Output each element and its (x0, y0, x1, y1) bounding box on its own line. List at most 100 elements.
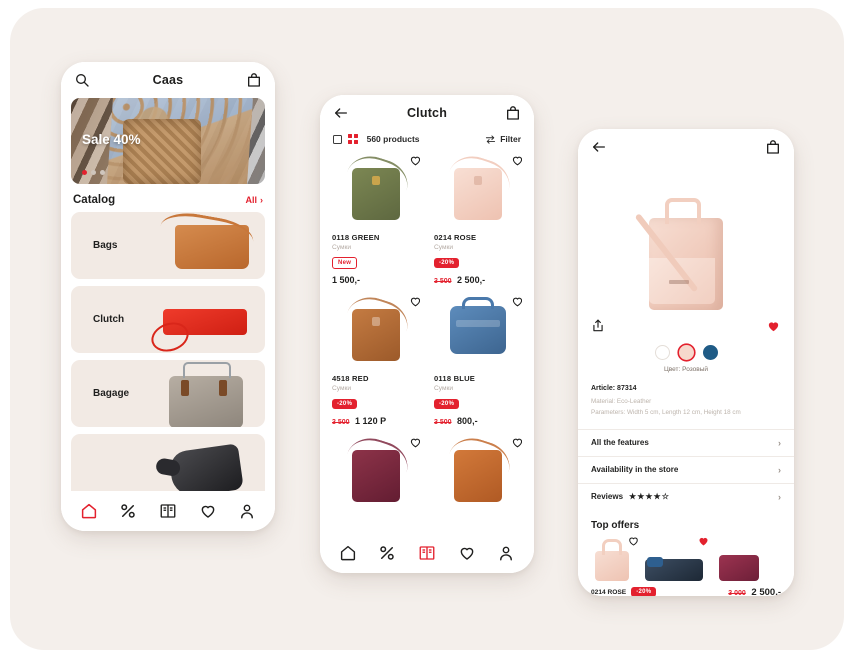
product-spec: Article: 87314 Material: Eco-Leather Par… (578, 373, 794, 418)
nav-catalog-book-icon[interactable] (159, 502, 177, 520)
color-swatch-blue[interactable] (702, 345, 718, 360)
product-card[interactable] (434, 432, 522, 510)
shopping-bag-icon[interactable] (246, 72, 262, 88)
product-badge: New (332, 257, 358, 269)
row-availability[interactable]: Availability in the store › (578, 455, 794, 483)
offer-item[interactable] (645, 535, 710, 581)
list-view-icon[interactable] (333, 134, 342, 144)
page-title: Clutch (406, 106, 448, 120)
nav-profile-icon[interactable] (238, 502, 256, 520)
nav-favorites-heart-icon[interactable] (458, 544, 476, 562)
top-offers-heading: Top offers (591, 519, 640, 531)
nav-profile-icon[interactable] (497, 544, 515, 562)
detail-rows: All the features › Availability in the s… (578, 428, 794, 510)
category-item-bagage[interactable]: Bagage (71, 360, 265, 427)
filter-button[interactable]: Filter (485, 134, 521, 144)
search-icon[interactable] (74, 72, 90, 88)
product-current-price: 800,- (457, 416, 478, 426)
star-filled-icon: ★ (653, 491, 661, 501)
star-filled-icon: ★ (637, 491, 645, 501)
favorite-toggle-icon[interactable] (627, 535, 640, 547)
row-all-features[interactable]: All the features › (578, 428, 794, 456)
promo-banner[interactable]: Sale 40% (71, 98, 265, 184)
product-card[interactable]: 0118 BLUE Сумки -20% 3 500 800,- (434, 291, 522, 426)
offer-badge: -20% (631, 587, 657, 596)
catalog-see-all-link[interactable]: All › (245, 195, 263, 205)
nav-sales-percent-icon[interactable] (378, 544, 396, 562)
favorite-toggle-icon[interactable] (409, 295, 420, 308)
phone-product-detail-screen: Цвет: Розовый Article: 87314 Material: E… (578, 129, 794, 596)
nav-home-icon[interactable] (339, 544, 357, 562)
category-thumb-bags (143, 212, 263, 279)
phone-home-screen: Caas Sale 40% Catalog All › Bags Clutch … (61, 62, 275, 531)
material-text: Material: Eco-Leather (591, 398, 652, 405)
product-category: Сумки (434, 385, 454, 392)
bottom-navigation (61, 491, 275, 531)
color-swatch-white[interactable] (654, 345, 670, 360)
row-reviews[interactable]: Reviews ★ ★ ★ ★ ☆ › (578, 482, 794, 510)
product-price: 3 500 800,- (434, 416, 522, 426)
product-image (434, 432, 522, 510)
color-swatch-pink[interactable] (678, 345, 694, 360)
category-item-clutch[interactable]: Clutch (71, 286, 265, 353)
favorite-toggle-icon[interactable] (409, 154, 420, 167)
product-image (332, 150, 420, 228)
nav-favorites-heart-icon[interactable] (199, 502, 217, 520)
product-badge: -20% (332, 399, 358, 409)
category-item-bags[interactable]: Bags (71, 212, 265, 279)
product-current-price: 2 500,- (457, 275, 486, 285)
offer-summary: 0214 ROSE -20% 3 000 2 500,- (578, 581, 794, 597)
favorite-toggle-icon[interactable] (511, 154, 522, 167)
star-outline-icon: ☆ (661, 491, 669, 501)
heart-filled-icon[interactable] (697, 535, 710, 547)
product-hero-image[interactable] (578, 165, 794, 343)
offer-old-price: 3 000 (728, 589, 746, 597)
product-badge: -20% (434, 399, 460, 409)
product-card[interactable] (332, 432, 420, 510)
top-offers-strip (578, 535, 794, 581)
product-name: 4518 RED (332, 374, 369, 383)
nav-catalog-book-icon[interactable] (418, 544, 436, 562)
bottom-navigation (320, 533, 534, 573)
carousel-dot-3[interactable] (100, 170, 105, 175)
favorite-toggle-icon[interactable] (511, 295, 522, 308)
catalog-see-all-label: All (245, 195, 257, 205)
product-old-price: 3 500 (434, 419, 452, 426)
product-category: Сумки (332, 244, 352, 251)
list-filter-bar: 560 products Filter (320, 131, 534, 150)
product-image (332, 432, 420, 510)
nav-sales-percent-icon[interactable] (119, 502, 137, 520)
chevron-right-icon: › (778, 464, 781, 475)
carousel-dot-2[interactable] (91, 170, 96, 175)
back-arrow-icon[interactable] (333, 105, 349, 121)
hero-bag-graphic (634, 198, 723, 310)
category-label: Bagage (93, 388, 130, 399)
article-number: Article: 87314 (591, 385, 637, 392)
heart-filled-icon[interactable] (766, 319, 781, 333)
nav-home-icon[interactable] (80, 502, 98, 520)
carousel-dots[interactable] (82, 170, 105, 175)
product-name: 0214 ROSE (434, 233, 477, 242)
offer-item[interactable] (591, 535, 640, 581)
shopping-bag-icon[interactable] (505, 105, 521, 121)
star-filled-icon: ★ (645, 491, 653, 501)
offer-item[interactable] (715, 535, 761, 581)
list-topbar: Clutch (320, 95, 534, 131)
favorite-toggle-icon[interactable] (409, 436, 420, 449)
product-category: Сумки (434, 244, 454, 251)
chevron-right-icon: › (778, 491, 781, 502)
product-card[interactable]: 0118 GREEN Сумки New 1 500,- (332, 150, 420, 285)
product-card[interactable]: 0214 ROSE Сумки -20% 3 500 2 500,- (434, 150, 522, 285)
product-image (434, 150, 522, 228)
carousel-dot-1[interactable] (82, 170, 87, 175)
product-category: Сумки (332, 385, 352, 392)
chevron-right-icon: › (260, 195, 263, 205)
product-old-price: 3 500 (434, 278, 452, 285)
share-icon[interactable] (591, 319, 605, 333)
favorite-toggle-icon[interactable] (511, 436, 522, 449)
product-card[interactable]: 4518 RED Сумки -20% 3 500 1 120 P (332, 291, 420, 426)
back-arrow-icon[interactable] (591, 139, 607, 155)
shopping-bag-icon[interactable] (765, 139, 781, 155)
grid-view-icon[interactable] (348, 134, 358, 144)
row-label: All the features (591, 438, 649, 447)
